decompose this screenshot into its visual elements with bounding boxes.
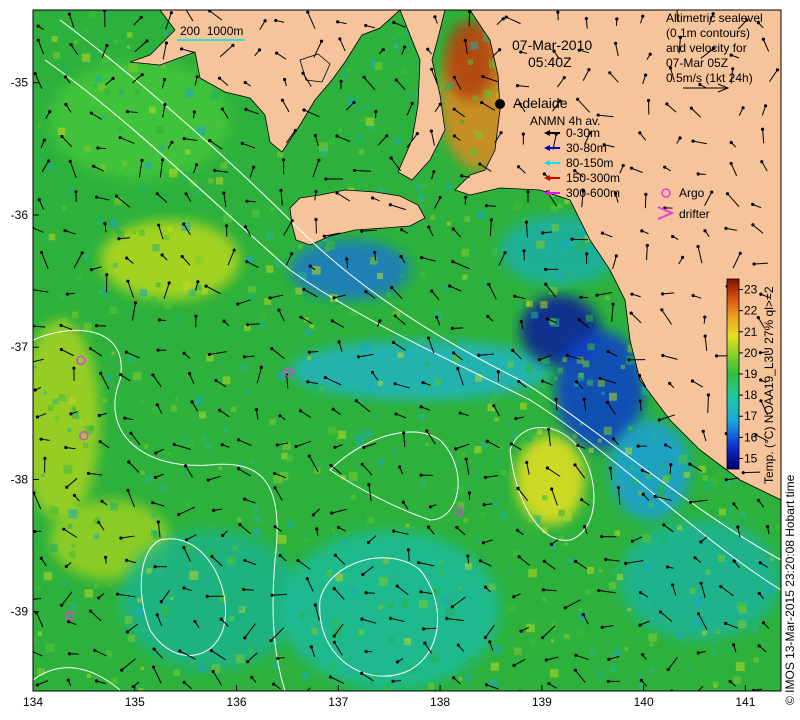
- x-tick-label: 140: [634, 695, 654, 709]
- map-date: 07-Mar-2010: [512, 37, 592, 53]
- credit-text: © IMOS 13-Mar-2015 23:20:08 Hobart time: [783, 474, 797, 705]
- sst-map-figure: 200 1000m 07-Mar-2010 05:40Z Altimetric …: [11, 9, 797, 709]
- info-line-5: 0.5m/s (1kt 24h): [666, 71, 753, 85]
- colorbar-tick-label: 17: [744, 409, 758, 423]
- x-tick-label: 135: [125, 695, 145, 709]
- legend-item-label: 80-150m: [566, 156, 613, 170]
- colorbar-tick-label: 19: [744, 367, 758, 381]
- colorbar-tick-label: 16: [744, 430, 758, 444]
- adelaide-marker: [495, 99, 505, 109]
- info-line-1: Altimetric sealevel: [666, 11, 763, 25]
- colorbar-tick-label: 21: [744, 325, 758, 339]
- x-tick-label: 141: [735, 695, 755, 709]
- argo-legend-label: Argo: [679, 186, 705, 200]
- colorbar-tick-label: 22: [744, 304, 758, 318]
- x-tick-label: 137: [328, 695, 348, 709]
- legend-item-label: 150-300m: [566, 171, 620, 185]
- colorbar-tick-label: 20: [744, 346, 758, 360]
- colorbar-gradient: [726, 278, 740, 470]
- y-tick-label: -39: [11, 605, 29, 619]
- legend-item-label: 0-30m: [566, 126, 600, 140]
- y-tick-label: -36: [11, 208, 29, 222]
- colorbar-tick-label: 15: [744, 451, 758, 465]
- colorbar-tick-label: 18: [744, 388, 758, 402]
- legend-item-label: 30-80m: [566, 141, 607, 155]
- info-line-3: and velocity for: [666, 41, 747, 55]
- info-line-2: (0.1m contours): [666, 26, 750, 40]
- map-time: 05:40Z: [528, 54, 572, 70]
- colorbar-tick-label: 23: [744, 283, 758, 297]
- y-tick-label: -38: [11, 472, 29, 486]
- drifter-legend-label: drifter: [679, 207, 710, 221]
- adelaide-label: Adelaide: [513, 95, 568, 111]
- y-tick-label: -37: [11, 340, 29, 354]
- scale-bar-label: 200 1000m: [180, 24, 243, 38]
- x-tick-label: 136: [227, 695, 247, 709]
- legend-item-label: 300-600m: [566, 186, 620, 200]
- y-tick-label: -35: [11, 76, 29, 90]
- x-tick-label: 139: [532, 695, 552, 709]
- info-line-4: 07-Mar 05Z: [666, 56, 728, 70]
- colorbar-title: Temp. (°C) NOAA19_L3U 27% ql>=2: [762, 286, 776, 484]
- x-tick-label: 134: [23, 695, 43, 709]
- x-tick-label: 138: [430, 695, 450, 709]
